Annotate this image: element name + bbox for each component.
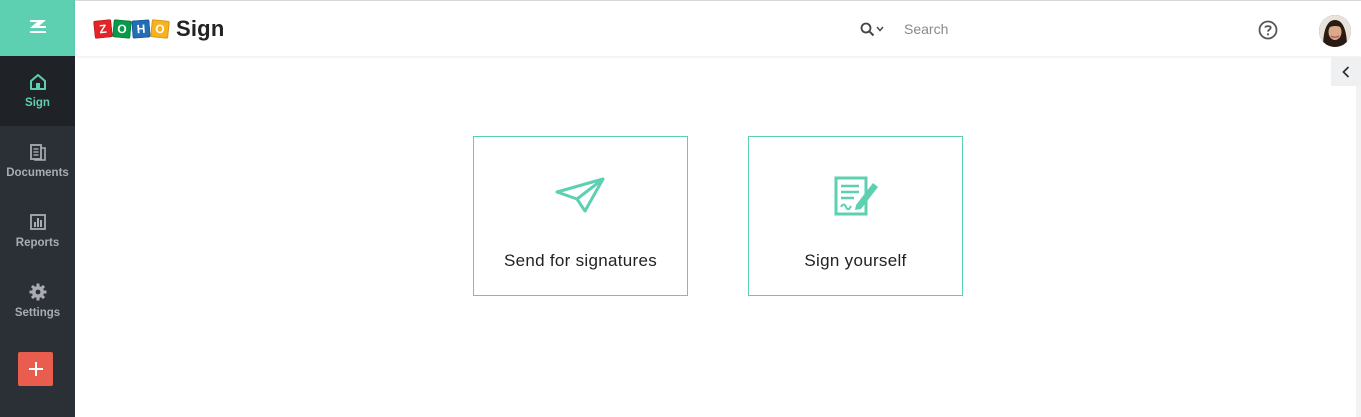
logo-letter: H [131,19,151,39]
sidebar: Sign Documents Reports Settings [0,0,75,417]
logo-letter: O [112,19,132,39]
help-icon [1258,20,1278,40]
chevron-down-icon [876,26,884,32]
user-avatar[interactable] [1319,15,1351,47]
logo-letter: Z [93,19,113,39]
search-scope-dropdown[interactable] [860,19,884,39]
card-icon-wrap [474,175,687,215]
sidebar-item-label: Settings [14,307,61,319]
search-input[interactable] [904,19,1164,39]
avatar-image [1319,15,1351,47]
zoho-brand-icon [29,20,46,33]
product-name: Sign [176,16,225,41]
sidebar-item-label: Sign [25,97,50,109]
add-button[interactable] [18,352,53,386]
sidebar-item-settings[interactable]: Settings [0,266,75,336]
top-header: Z O H O Sign [75,0,1361,56]
reports-icon [29,214,46,230]
send-for-signatures-card[interactable]: Send for signatures [473,136,688,296]
sidebar-item-reports[interactable]: Reports [0,196,75,266]
sidebar-item-documents[interactable]: Documents [0,126,75,196]
zoho-sign-logo[interactable]: Z O H O Sign [93,16,225,42]
logo-letter: O [150,19,170,39]
search-icon [860,22,875,36]
zoho-logo: Z O H O [93,19,170,39]
documents-icon [29,144,46,161]
collapse-panel-toggle[interactable] [1331,57,1361,86]
gear-icon [29,283,46,301]
sign-document-icon [834,176,878,216]
sidebar-item-sign[interactable]: Sign [0,56,75,126]
search-bar [860,19,1164,39]
plus-icon [28,362,43,376]
sidebar-item-label: Reports [15,237,60,249]
card-label: Sign yourself [804,251,907,270]
paper-plane-icon [555,177,604,213]
home-icon [29,74,46,90]
app-menu-button[interactable] [0,0,75,56]
card-icon-wrap [749,175,962,217]
sidebar-item-label: Documents [6,167,69,179]
scrollbar-track[interactable] [1356,86,1361,417]
help-button[interactable] [1258,20,1278,40]
card-label: Send for signatures [503,251,658,270]
chevron-left-icon [1342,65,1350,78]
sign-yourself-card[interactable]: Sign yourself [748,136,963,296]
